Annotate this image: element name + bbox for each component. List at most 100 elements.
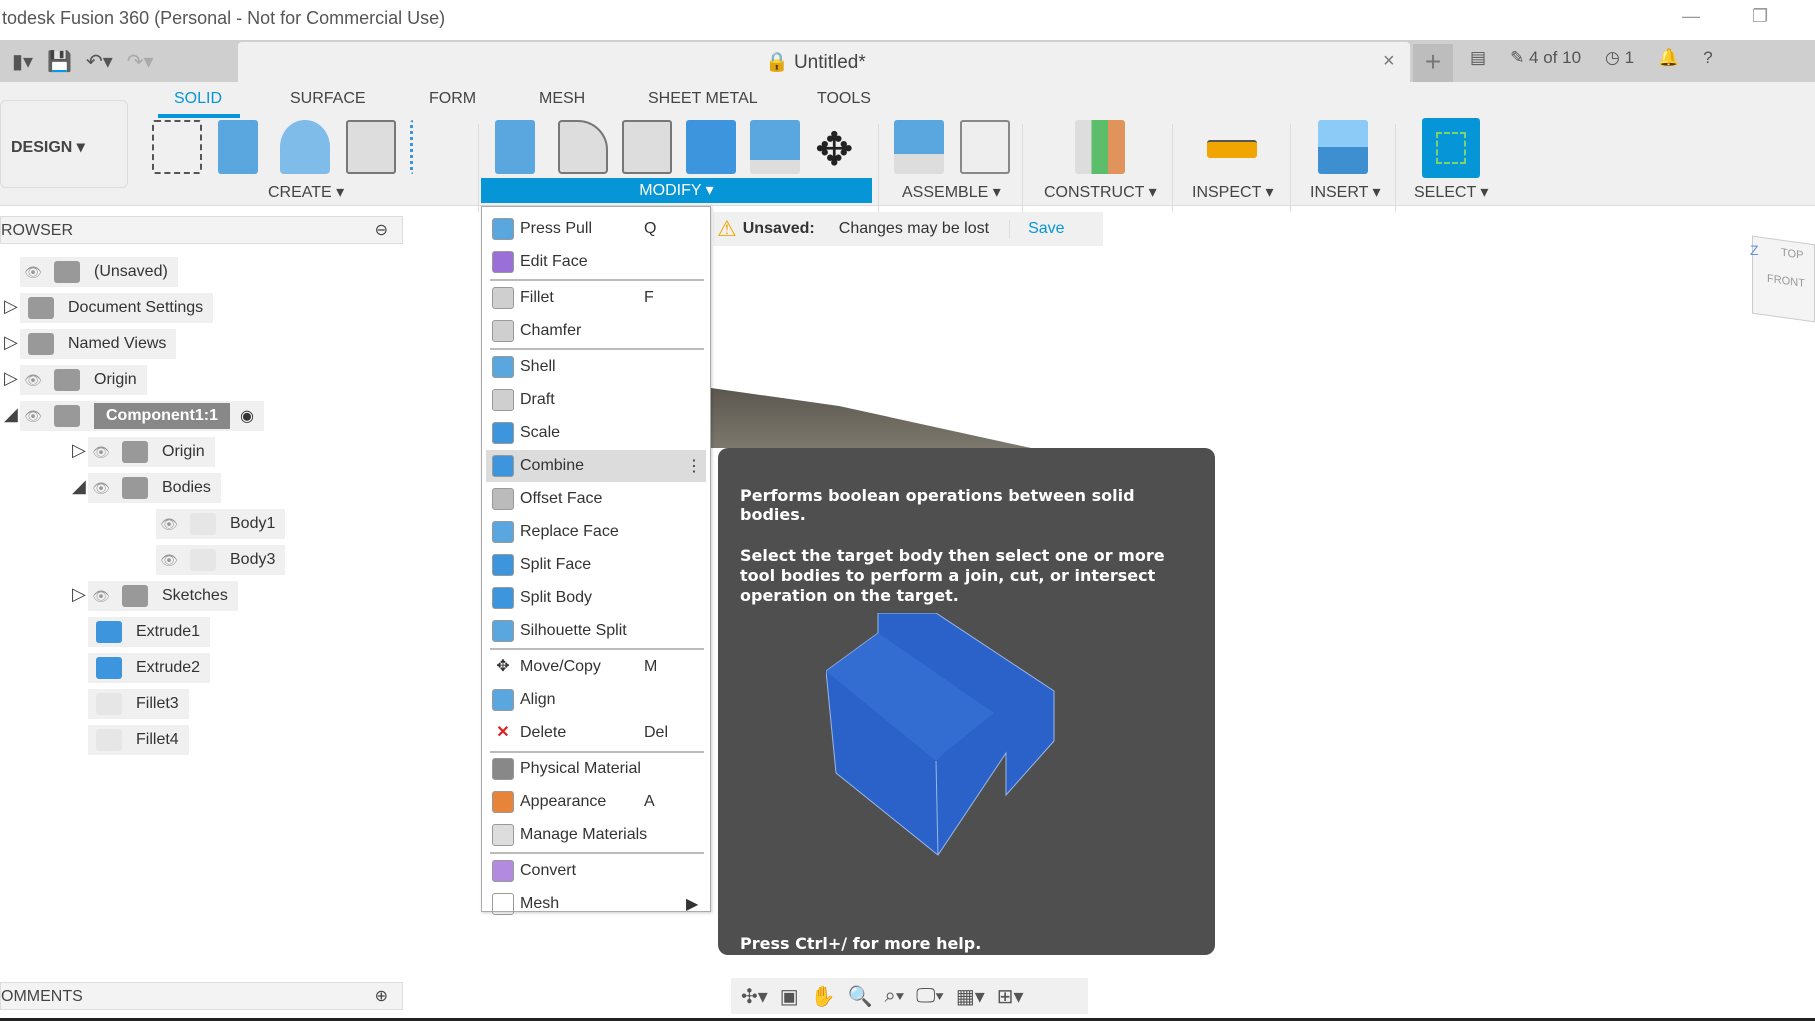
tab-surface[interactable]: SURFACE [290,90,366,108]
browser-item[interactable]: Fillet4 [88,725,189,755]
visibility-eye-icon[interactable]: 👁 [88,480,114,497]
fit-icon[interactable]: ⌕▾ [885,985,905,1008]
move-icon[interactable]: ✥ [815,122,854,176]
job-status[interactable]: ✎ 4 of 10 [1510,48,1581,68]
browser-item[interactable]: 👁 Body1 [156,509,286,539]
view-cube[interactable]: TOP FRONT [1752,235,1815,323]
visibility-eye-icon[interactable]: 👁 [156,516,182,533]
zoom-icon[interactable]: 🔍 [848,984,873,1009]
assemble-group-label[interactable]: ASSEMBLE ▾ [902,182,1001,202]
expand-toggle-icon[interactable]: ▷ [72,440,86,461]
extrude-icon[interactable] [218,120,258,174]
menu-item-align[interactable]: Align [486,684,706,716]
visibility-eye-icon[interactable]: 👁 [88,588,114,605]
inspect-group-label[interactable]: INSPECT ▾ [1192,182,1274,202]
visibility-eye-icon[interactable]: 👁 [156,552,182,569]
browser-item[interactable]: Named Views [20,329,177,359]
orbit-icon[interactable]: ✣▾ [741,984,768,1009]
browser-item[interactable]: 👁 (Unsaved) [20,257,178,287]
insert-image-icon[interactable] [1318,120,1368,174]
clock-status[interactable]: ◷ 1 [1605,48,1634,68]
create-sketch-icon[interactable] [152,120,202,174]
browser-item[interactable]: Extrude1 [88,617,211,647]
revolve-icon[interactable] [280,120,330,174]
menu-item-mesh[interactable]: Mesh ▶ [486,888,706,920]
measure-icon[interactable] [1207,140,1257,158]
combine-icon[interactable] [686,120,736,174]
close-tab-button[interactable]: × [1383,50,1395,73]
menu-item-combine[interactable]: Combine ⋮ [486,450,706,482]
expand-toggle-icon[interactable]: ▷ [72,584,86,605]
tab-mesh[interactable]: MESH [539,90,585,108]
select-group-label[interactable]: SELECT ▾ [1414,182,1488,202]
tab-sheet-metal[interactable]: SHEET METAL [648,90,758,108]
menu-item-fillet[interactable]: Fillet F [486,282,706,314]
expand-toggle-icon[interactable]: ▷ [4,332,18,353]
tab-form[interactable]: FORM [429,90,476,108]
new-component-icon[interactable] [894,120,944,174]
undo-icon[interactable]: ↶▾ [86,49,113,74]
menu-item-offset-face[interactable]: Offset Face [486,483,706,515]
save-icon[interactable]: 💾 [47,49,72,74]
file-icon[interactable]: ▮▾ [12,49,33,74]
menu-item-replace-face[interactable]: Replace Face [486,516,706,548]
browser-item[interactable]: 👁 Body3 [156,545,286,575]
browser-panel-header[interactable]: ROWSER ⊖ [0,216,403,244]
menu-item-scale[interactable]: Scale [486,417,706,449]
browser-item[interactable]: 👁 Bodies [88,473,221,503]
menu-item-delete[interactable]: ✕ Delete Del [486,717,706,749]
modify-group-label[interactable]: MODIFY ▾ [481,178,872,203]
comments-panel-header[interactable]: OMMENTS ⊕ [0,982,403,1010]
menu-item-split-face[interactable]: Split Face [486,549,706,581]
browser-item[interactable]: 👁 Sketches [88,581,238,611]
joint-icon[interactable] [960,120,1010,174]
construct-group-label[interactable]: CONSTRUCT ▾ [1044,182,1157,202]
browser-item[interactable]: Document Settings [20,293,214,323]
menu-item-shell[interactable]: Shell [486,351,706,383]
display-settings-icon[interactable]: 🖵▾ [916,985,944,1008]
save-link[interactable]: Save [1009,220,1065,238]
menu-item-move-copy[interactable]: ✥ Move/Copy M [486,651,706,683]
browser-item[interactable]: Extrude2 [88,653,211,683]
menu-item-press-pull[interactable]: Press Pull Q [486,213,706,245]
menu-item-appearance[interactable]: Appearance A [486,786,706,818]
expand-toggle-icon[interactable]: ▷ [4,296,18,317]
pan-icon[interactable]: ✋ [811,984,836,1009]
create-group-label[interactable]: CREATE ▾ [268,182,344,202]
tab-tools[interactable]: TOOLS [817,90,871,108]
plane-icon[interactable] [1075,120,1125,174]
visibility-eye-icon[interactable]: 👁 [88,444,114,461]
split-body-icon[interactable] [750,120,800,174]
new-tab-button[interactable]: + [1413,44,1453,82]
shell-icon[interactable] [622,120,672,174]
activate-radio-icon[interactable]: ◉ [240,406,254,426]
restore-button[interactable]: ❐ [1752,6,1768,27]
menu-item-convert[interactable]: Convert [486,855,706,887]
browser-item[interactable]: 👁 Origin [20,365,147,395]
expand-toggle-icon[interactable]: ▷ [4,368,18,389]
browser-item[interactable]: Fillet3 [88,689,189,719]
look-at-icon[interactable]: ▣ [780,984,799,1009]
grid-icon[interactable]: ▦▾ [956,984,985,1009]
expand-toggle-icon[interactable]: ◢ [72,476,86,497]
press-pull-icon[interactable] [495,120,535,174]
help-icon[interactable]: ? [1703,48,1712,68]
menu-item-chamfer[interactable]: Chamfer [486,315,706,347]
viewports-icon[interactable]: ⊞▾ [997,984,1024,1009]
select-icon[interactable] [1422,118,1480,178]
menu-item-silhouette-split[interactable]: Silhouette Split [486,615,706,647]
hole-icon[interactable] [346,120,396,174]
menu-item-physical-material[interactable]: Physical Material [486,753,706,785]
menu-item-split-body[interactable]: Split Body [486,582,706,614]
collapse-icon[interactable]: ⊖ [375,220,388,240]
browser-item[interactable]: 👁 Component1:1 ◉ [20,401,264,431]
workspace-dropdown[interactable]: DESIGN ▾ [0,100,128,188]
visibility-eye-icon[interactable]: 👁 [20,408,46,425]
visibility-eye-icon[interactable]: 👁 [20,264,46,281]
pattern-icon[interactable] [410,120,460,174]
browser-item[interactable]: 👁 Origin [88,437,215,467]
menu-item-draft[interactable]: Draft [486,384,706,416]
menu-item-edit-face[interactable]: Edit Face [486,246,706,278]
tab-solid[interactable]: SOLID [174,90,222,108]
insert-group-label[interactable]: INSERT ▾ [1310,182,1381,202]
